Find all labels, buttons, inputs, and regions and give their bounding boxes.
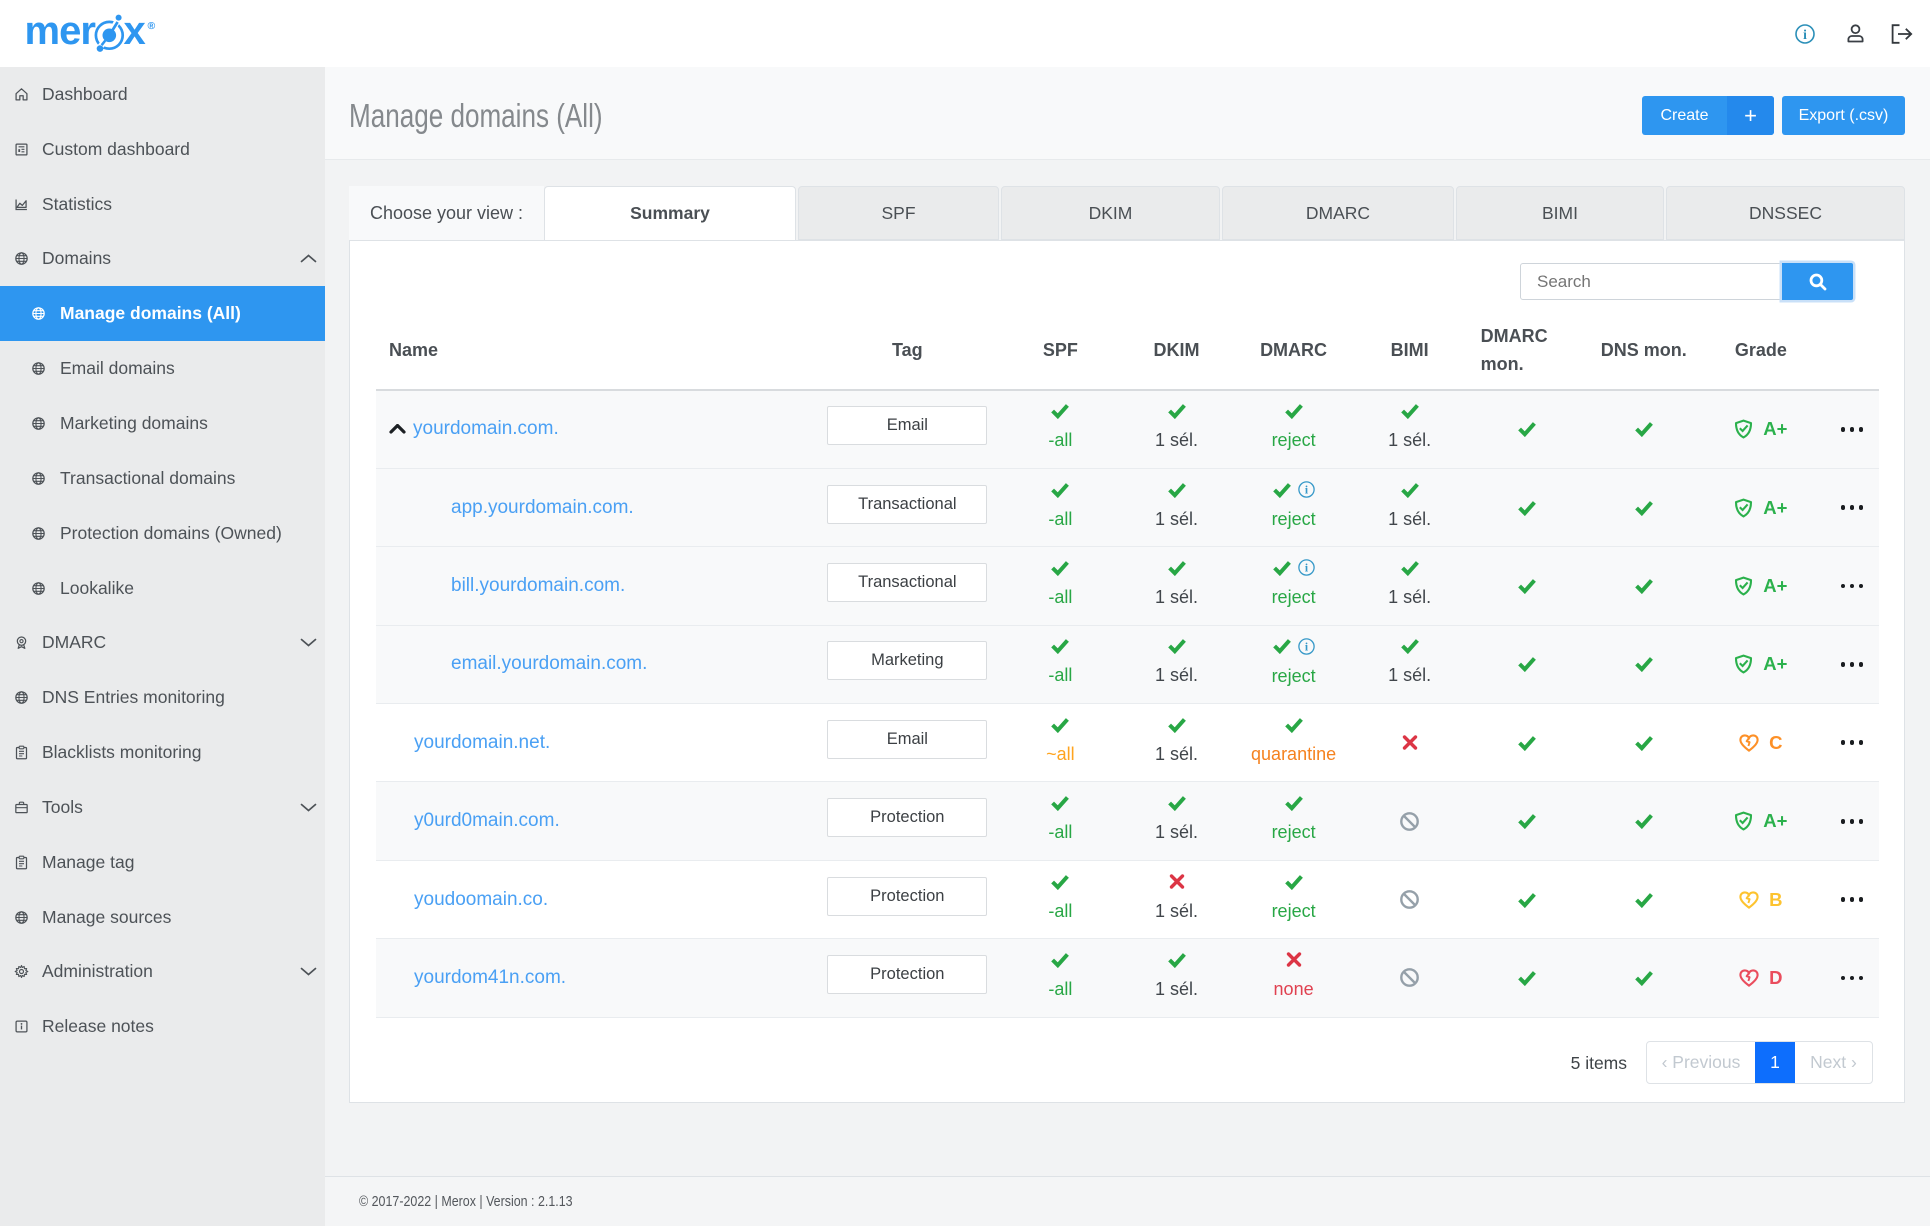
svg-text:i: i xyxy=(1803,26,1807,41)
svg-text:i: i xyxy=(1305,563,1309,575)
svg-text:i: i xyxy=(1305,641,1309,653)
svg-text:i: i xyxy=(1305,485,1309,497)
